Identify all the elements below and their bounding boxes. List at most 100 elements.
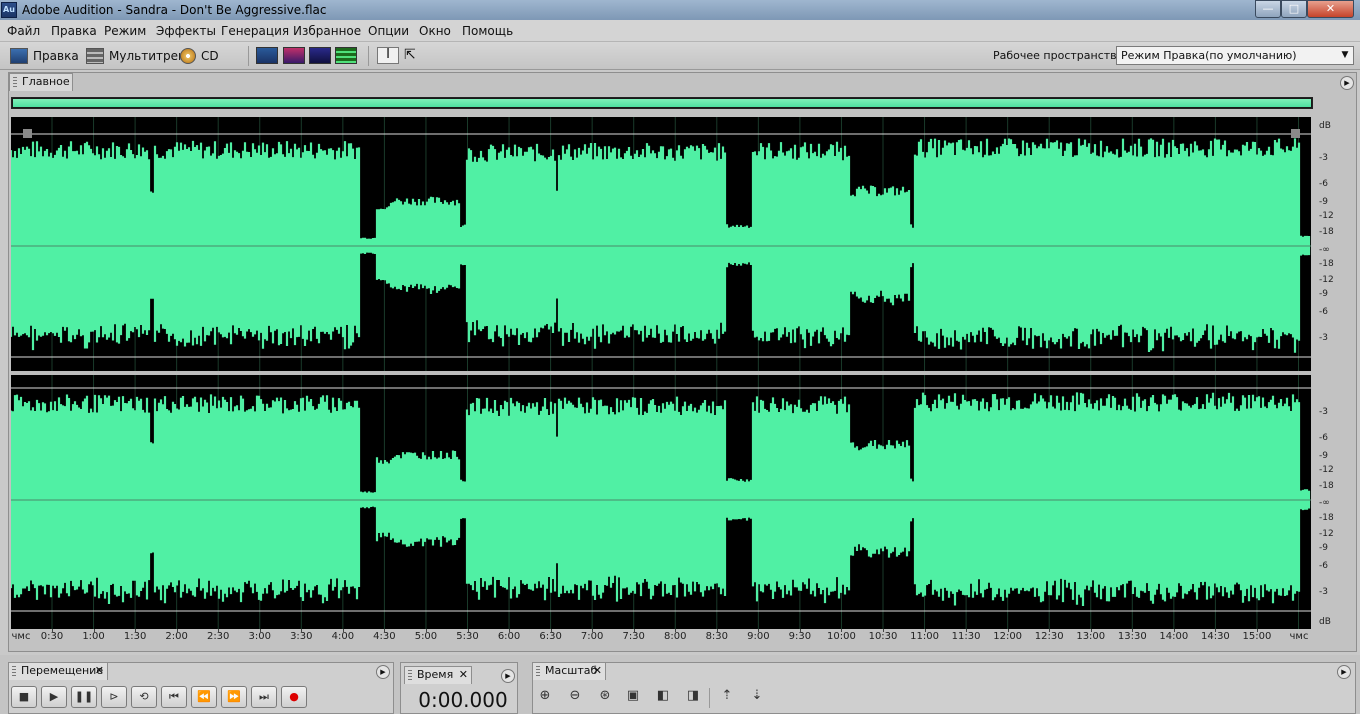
- waveform-display[interactable]: [11, 117, 1311, 629]
- zoom-right-edge-icon[interactable]: ◨: [681, 686, 705, 708]
- zoom-out-horizontal-icon[interactable]: ⊖: [563, 686, 587, 708]
- tab-zoom[interactable]: Масштаб ✕: [532, 662, 606, 680]
- time-tick-label: 1:00: [82, 631, 105, 642]
- edit-mode-label: Правка: [33, 49, 79, 63]
- db-tick-left: -∞: [1319, 245, 1330, 255]
- panel-menu-icon[interactable]: ▶: [501, 669, 515, 683]
- zoom-selection-icon[interactable]: ▣: [621, 686, 645, 708]
- zoom-out-full-icon[interactable]: ⊛: [593, 686, 617, 708]
- loop-button[interactable]: ⟲: [131, 686, 157, 708]
- tab-transport[interactable]: Перемещение ✕: [8, 662, 108, 680]
- tab-zoom-label: Масштаб: [545, 664, 598, 677]
- time-tick-label: 14:00: [1159, 631, 1189, 642]
- time-tick-label: 15:00: [1242, 631, 1272, 642]
- go-to-end-button[interactable]: ⏭: [251, 686, 277, 708]
- menu-edit[interactable]: Правка: [51, 24, 97, 38]
- workspace-value: Режим Правка(по умолчанию): [1121, 49, 1297, 62]
- time-tick-label: 4:30: [373, 631, 396, 642]
- edit-mode-button[interactable]: Правка: [10, 46, 79, 66]
- time-tick-label: 5:00: [414, 631, 438, 642]
- cd-mode-button[interactable]: CD: [180, 46, 219, 66]
- play-button[interactable]: ▶: [41, 686, 67, 708]
- db-tick-left: -6: [1319, 307, 1328, 317]
- db-tick-left: -12: [1319, 275, 1334, 285]
- maximize-button[interactable]: □: [1281, 0, 1307, 18]
- menu-options[interactable]: Опции: [368, 24, 409, 38]
- db-tick-right: -3: [1319, 587, 1328, 597]
- menu-file[interactable]: Файл: [7, 24, 40, 38]
- menu-bar: Файл Правка Режим Эффекты Генерация Избр…: [0, 20, 1360, 42]
- main-panel: Главное ▶ dB -3 -6 -9 -12 -18 -∞ -18 -12 -9 -6 -3 -3…: [8, 72, 1357, 652]
- time-tick-label: 3:30: [290, 631, 313, 642]
- tab-time-label: Время: [417, 668, 454, 681]
- time-selection-tool-icon[interactable]: I: [377, 47, 399, 64]
- stop-button[interactable]: ■: [11, 686, 37, 708]
- menu-generate[interactable]: Генерация: [221, 24, 289, 38]
- tab-main[interactable]: Главное: [9, 73, 73, 91]
- menu-mode[interactable]: Режим: [104, 24, 146, 38]
- zoom-left-edge-icon[interactable]: ◧: [651, 686, 675, 708]
- record-button[interactable]: ●: [281, 686, 307, 708]
- zoom-in-vertical-icon[interactable]: ⇡: [715, 686, 739, 708]
- pause-button[interactable]: ❚❚: [71, 686, 97, 708]
- zoom-in-horizontal-icon[interactable]: ⊕: [533, 686, 557, 708]
- chevron-down-icon: ▼: [1341, 50, 1349, 60]
- fade-in-handle: [23, 129, 32, 138]
- panel-menu-icon[interactable]: ▶: [376, 665, 390, 679]
- multitrack-mode-label: Мультитрек: [109, 49, 186, 63]
- time-tick-label: 5:30: [456, 631, 479, 642]
- time-tick-label: 10:00: [827, 631, 856, 642]
- tab-time[interactable]: Время ✕: [404, 666, 472, 684]
- db-tick-left: dB: [1319, 121, 1331, 131]
- spectral-pan-view-icon[interactable]: [309, 47, 331, 64]
- menu-window[interactable]: Окно: [419, 24, 451, 38]
- time-tick-label: 4:00: [331, 631, 355, 642]
- workspace-select[interactable]: Режим Правка(по умолчанию) ▼: [1116, 46, 1354, 65]
- time-tick-label: 6:30: [539, 631, 562, 642]
- move-tool-icon[interactable]: ⇱: [404, 47, 426, 64]
- db-tick-left: -9: [1319, 289, 1328, 299]
- multitrack-mode-button[interactable]: Мультитрек: [86, 46, 185, 66]
- time-tick-label: 9:30: [788, 631, 812, 642]
- time-tick-label: 0:30: [40, 631, 64, 642]
- time-display: 0:00.000: [418, 688, 508, 712]
- time-tick-label: 2:00: [165, 631, 188, 642]
- time-unit-label: чмс: [11, 631, 31, 642]
- db-tick-left: -18: [1319, 227, 1334, 237]
- tab-transport-label: Перемещение: [21, 664, 104, 677]
- overview-scrollbar[interactable]: [11, 97, 1313, 109]
- menu-effects[interactable]: Эффекты: [156, 24, 216, 38]
- fast-forward-button[interactable]: ⏩: [221, 686, 247, 708]
- time-tick-label: 10:30: [868, 631, 898, 642]
- time-tick-label: 11:00: [910, 631, 939, 642]
- time-tick-label: 7:30: [622, 631, 645, 642]
- transport-panel: Перемещение ✕ ▶ ■ ▶ ❚❚ ⊳ ⟲ ⏮ ⏪ ⏩ ⏭ ●: [8, 662, 394, 714]
- time-tick-label: 7:00: [580, 631, 604, 642]
- db-tick-right: -9: [1319, 451, 1328, 461]
- panel-menu-icon[interactable]: ▶: [1340, 76, 1354, 90]
- zoom-out-vertical-icon[interactable]: ⇣: [745, 686, 769, 708]
- menu-help[interactable]: Помощь: [462, 24, 513, 38]
- play-from-cursor-button[interactable]: ⊳: [101, 686, 127, 708]
- menu-favorites[interactable]: Избранное: [293, 24, 361, 38]
- close-icon[interactable]: ✕: [593, 663, 602, 679]
- time-tick-label: 13:00: [1076, 631, 1106, 642]
- go-to-start-button[interactable]: ⏮: [161, 686, 187, 708]
- rewind-button[interactable]: ⏪: [191, 686, 217, 708]
- close-icon[interactable]: ✕: [95, 663, 104, 679]
- close-icon[interactable]: ✕: [459, 667, 468, 683]
- db-tick-right: -12: [1319, 465, 1334, 475]
- spectral-view-icon[interactable]: [283, 47, 305, 64]
- db-tick-right: -18: [1319, 481, 1334, 491]
- db-tick-right: -9: [1319, 543, 1328, 553]
- close-button[interactable]: ✕: [1307, 0, 1354, 18]
- waveform-view-icon[interactable]: [256, 47, 278, 64]
- minimize-button[interactable]: —: [1255, 0, 1281, 18]
- db-tick-left: -12: [1319, 211, 1334, 221]
- time-tick-label: 3:00: [248, 631, 271, 642]
- db-tick-left: -3: [1319, 153, 1328, 163]
- zoom-panel: Масштаб ✕ ▶ ⊕ ⊖ ⊛ ▣ ◧ ◨ ⇡ ⇣: [532, 662, 1356, 714]
- db-tick-right: dB: [1319, 617, 1331, 627]
- phase-view-icon[interactable]: [335, 47, 357, 64]
- panel-menu-icon[interactable]: ▶: [1337, 665, 1351, 679]
